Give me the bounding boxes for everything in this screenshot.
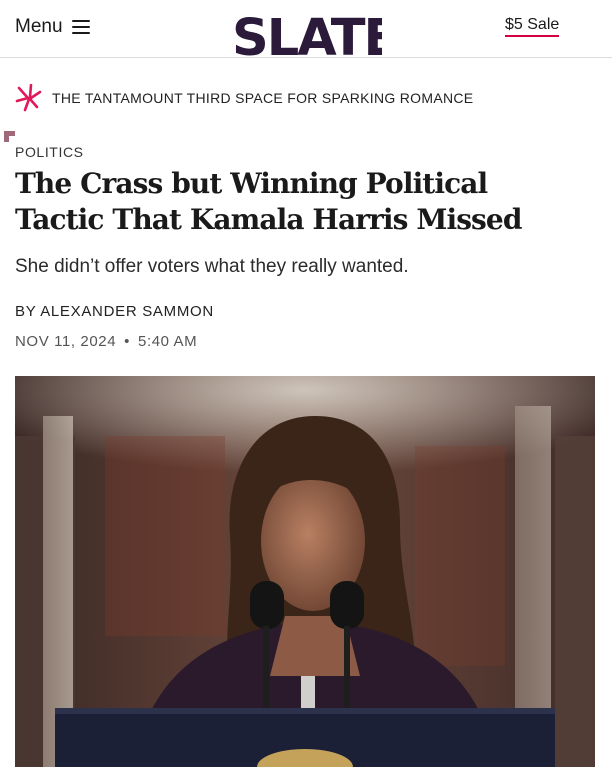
publish-date: NOV 11, 2024 bbox=[15, 333, 117, 350]
promo-text: THE TANTAMOUNT THIRD SPACE FOR SPARKING … bbox=[52, 90, 474, 106]
section-kicker[interactable]: POLITICS bbox=[15, 144, 84, 160]
date-separator: • bbox=[124, 333, 131, 350]
sale-link[interactable]: $5 Sale bbox=[505, 16, 560, 37]
headline-line-2: Tactic That Kamala Harris Missed bbox=[15, 203, 522, 236]
byline-prefix: BY bbox=[15, 303, 37, 320]
slate-logo[interactable]: SLATE bbox=[232, 8, 382, 58]
publish-time: 5:40 AM bbox=[138, 333, 198, 350]
author-link[interactable]: ALEXANDER SAMMON bbox=[40, 303, 214, 320]
svg-text:SLATE: SLATE bbox=[232, 9, 382, 58]
corner-mark-icon bbox=[4, 131, 15, 142]
starburst-icon bbox=[15, 84, 42, 112]
menu-button[interactable]: Menu bbox=[15, 16, 90, 38]
hamburger-icon bbox=[71, 20, 90, 34]
menu-label: Menu bbox=[15, 16, 63, 37]
article-dek: She didn’t offer voters what they really… bbox=[15, 256, 409, 277]
article-headline: The Crass but Winning Political Tactic T… bbox=[15, 166, 595, 238]
headline-line-1: The Crass but Winning Political bbox=[15, 167, 488, 200]
promo-banner[interactable]: THE TANTAMOUNT THIRD SPACE FOR SPARKING … bbox=[15, 84, 473, 112]
byline: BY ALEXANDER SAMMON bbox=[15, 303, 214, 320]
article-photo bbox=[15, 376, 595, 767]
site-header: Menu SLATE $5 Sale bbox=[0, 0, 612, 58]
dateline: NOV 11, 2024 • 5:40 AM bbox=[15, 333, 197, 350]
